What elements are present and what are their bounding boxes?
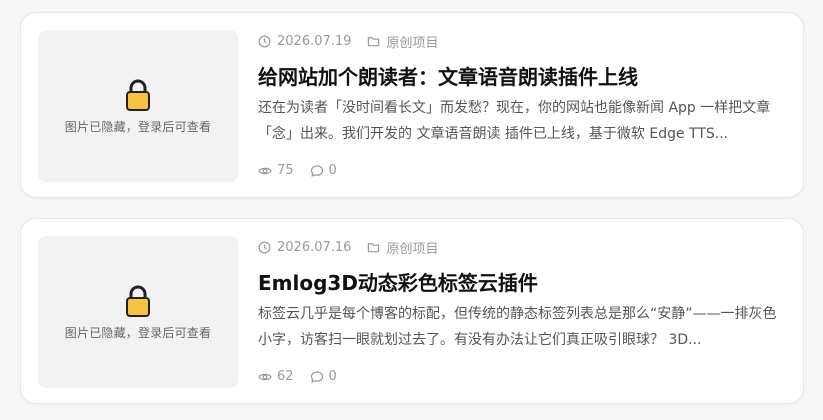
post-date: 2026.07.19 (258, 34, 351, 49)
post-excerpt: 还在为读者「没时间看长文」而发愁？现在，你的网站也能像新闻 App 一样把文章「… (258, 100, 771, 142)
post-views-count: 62 (277, 369, 294, 384)
folder-icon (368, 37, 380, 47)
post-category[interactable]: 原创项目 (367, 32, 438, 51)
post-stats: 75 0 (258, 163, 353, 178)
thumbnail-hidden-hint: 图片已隐藏，登录后可查看 (64, 325, 212, 340)
post-views: 62 (258, 369, 294, 384)
post-date-text: 2026.07.16 (277, 240, 352, 255)
eye-icon (258, 167, 272, 174)
lock-icon (126, 285, 150, 317)
post-card[interactable]: 图片已隐藏，登录后可查看 2026.07.16 原创项目 Emlog3D动态彩色… (20, 218, 804, 404)
post-category-text: 原创项目 (386, 242, 439, 257)
post-category-text: 原创项目 (386, 36, 439, 51)
clock-icon (258, 35, 271, 48)
clock-icon (258, 241, 271, 254)
post-stats: 62 0 (258, 369, 353, 384)
post-body: 2026.07.16 原创项目 Emlog3D动态彩色标签云插件 标签云几乎是每… (258, 219, 785, 403)
post-date: 2026.07.16 (258, 240, 351, 255)
post-list: 图片已隐藏，登录后可查看 2026.07.19 原创项目 给网站加个朗读者：文章… (0, 0, 823, 420)
post-title[interactable]: 给网站加个朗读者：文章语音朗读插件上线 (258, 61, 785, 90)
post-thumbnail[interactable]: 图片已隐藏，登录后可查看 (38, 30, 238, 182)
post-comments-count: 0 (328, 163, 337, 178)
post-title[interactable]: Emlog3D动态彩色标签云插件 (258, 267, 785, 296)
post-views-count: 75 (277, 163, 294, 178)
post-category[interactable]: 原创项目 (367, 238, 438, 257)
post-date-text: 2026.07.19 (277, 34, 352, 49)
post-meta: 2026.07.16 原创项目 (258, 238, 454, 257)
comment-icon (310, 164, 323, 177)
eye-icon (258, 373, 272, 380)
post-card[interactable]: 图片已隐藏，登录后可查看 2026.07.19 原创项目 给网站加个朗读者：文章… (20, 12, 804, 198)
post-comments[interactable]: 0 (310, 163, 337, 178)
thumbnail-hidden-hint: 图片已隐藏，登录后可查看 (64, 119, 212, 134)
post-comments[interactable]: 0 (310, 369, 337, 384)
post-comments-count: 0 (328, 369, 337, 384)
post-views: 75 (258, 163, 294, 178)
post-meta: 2026.07.19 原创项目 (258, 32, 454, 51)
post-body: 2026.07.19 原创项目 给网站加个朗读者：文章语音朗读插件上线 还在为读… (258, 13, 785, 197)
comment-icon (310, 370, 323, 383)
post-thumbnail[interactable]: 图片已隐藏，登录后可查看 (38, 236, 238, 388)
lock-icon (126, 79, 150, 111)
post-excerpt: 标签云几乎是每个博客的标配，但传统的静态标签列表总是那么“安静”——一排灰色小字… (258, 306, 777, 348)
folder-icon (368, 243, 380, 253)
